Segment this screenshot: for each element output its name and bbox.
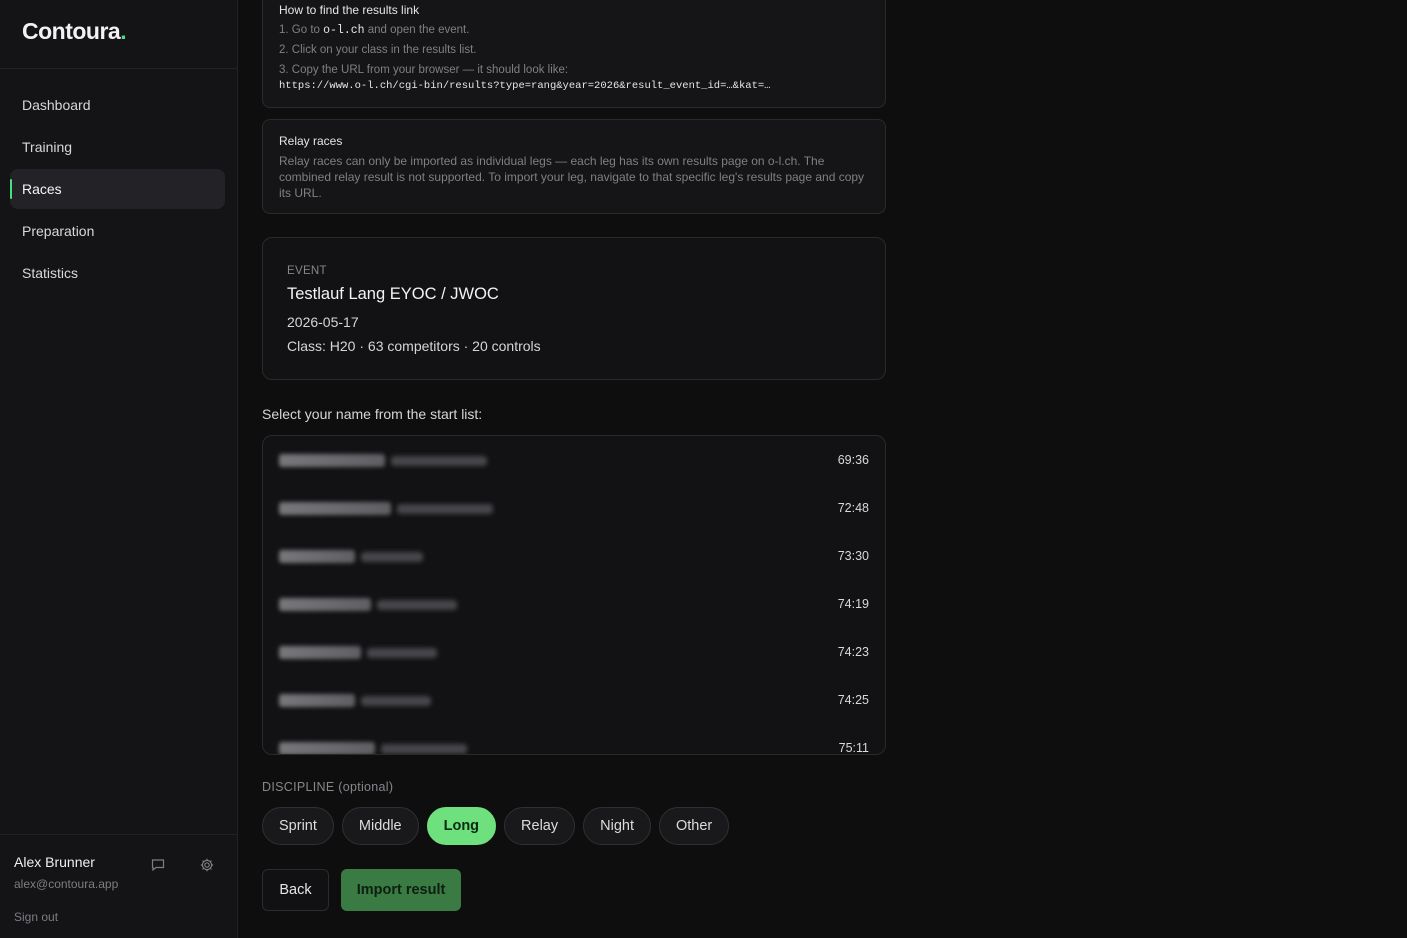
import-result-button[interactable]: Import result (341, 869, 461, 911)
user-name: Alex Brunner (14, 854, 95, 870)
start-list[interactable]: 69:36 72:48 73:30 74:19 74:23 74:25 75:1… (262, 435, 886, 755)
chip-long[interactable]: Long (426, 807, 497, 845)
result-time: 74:25 (837, 693, 869, 707)
event-name: Testlauf Lang EYOC / JWOC (287, 285, 499, 303)
blurred-name (279, 694, 355, 707)
start-list-label: Select your name from the start list: (262, 406, 483, 422)
blurred-name (279, 550, 355, 563)
list-item[interactable]: 74:23 (263, 628, 885, 676)
list-item[interactable]: 75:11 (263, 724, 885, 755)
sidebar-divider (0, 68, 237, 69)
sidebar-nav: Dashboard Training Races Preparation Sta… (10, 85, 225, 295)
result-time: 74:23 (837, 645, 869, 659)
discipline-chips: Sprint Middle Long Relay Night Other (262, 807, 730, 845)
sidebar-item-dashboard[interactable]: Dashboard (10, 85, 225, 125)
list-item[interactable]: 74:19 (263, 580, 885, 628)
event-meta: Class: H20 · 63 competitors · 20 control… (287, 338, 541, 354)
sidebar: Contoura. Dashboard Training Races Prepa… (0, 0, 238, 938)
howto-card: How to find the results link 1. Go to o-… (262, 0, 886, 108)
discipline-label: DISCIPLINE (optional) (262, 780, 394, 794)
chip-night[interactable]: Night (583, 807, 651, 845)
list-item[interactable]: 72:48 (263, 484, 885, 532)
howto-step-3: 3. Copy the URL from your browser — it s… (279, 64, 569, 76)
result-time: 72:48 (837, 501, 869, 515)
blurred-name (279, 742, 375, 754)
howto-step-2: 2. Click on your class in the results li… (279, 44, 477, 56)
result-time: 73:30 (837, 549, 869, 563)
blurred-club (381, 744, 467, 754)
back-button[interactable]: Back (262, 869, 329, 911)
result-time: 69:36 (837, 453, 869, 467)
relay-body: Relay races can only be imported as indi… (279, 154, 865, 200)
app-logo[interactable]: Contoura. (22, 18, 127, 45)
relay-info-card: Relay races Relay races can only be impo… (262, 119, 886, 214)
result-time: 75:11 (838, 741, 869, 755)
event-label: EVENT (287, 265, 327, 277)
domain-code: o-l.ch (323, 24, 365, 37)
gear-icon[interactable] (199, 857, 217, 875)
event-date: 2026-05-17 (287, 314, 359, 330)
result-time: 74:19 (837, 597, 869, 611)
chip-sprint[interactable]: Sprint (262, 807, 334, 845)
chip-relay[interactable]: Relay (504, 807, 576, 845)
blurred-name (279, 646, 361, 659)
blurred-club (367, 648, 437, 658)
blurred-name (279, 454, 385, 467)
list-item[interactable]: 74:25 (263, 676, 885, 724)
howto-step-1: 1. Go to o-l.ch and open the event. (279, 24, 470, 37)
blurred-club (361, 552, 423, 562)
user-email: alex@contoura.app (14, 877, 119, 891)
blurred-club (397, 504, 493, 514)
sidebar-item-statistics[interactable]: Statistics (10, 253, 225, 293)
blurred-club (377, 600, 457, 610)
blurred-club (391, 456, 487, 466)
blurred-name (279, 598, 371, 611)
sidebar-item-races[interactable]: Races (10, 169, 225, 209)
blurred-club (361, 696, 431, 706)
sidebar-footer-divider (0, 834, 237, 835)
chip-other[interactable]: Other (658, 807, 730, 845)
chat-icon[interactable] (150, 857, 168, 875)
list-item[interactable]: 73:30 (263, 532, 885, 580)
sign-out-link[interactable]: Sign out (14, 910, 58, 924)
list-item[interactable]: 69:36 (263, 436, 885, 484)
sidebar-item-training[interactable]: Training (10, 127, 225, 167)
howto-title: How to find the results link (279, 3, 420, 17)
chip-middle[interactable]: Middle (341, 807, 419, 845)
example-url: https://www.o-l.ch/cgi-bin/results?type=… (279, 80, 771, 92)
event-card: EVENT Testlauf Lang EYOC / JWOC 2026-05-… (262, 237, 886, 380)
sidebar-item-preparation[interactable]: Preparation (10, 211, 225, 251)
blurred-name (279, 502, 391, 515)
relay-title: Relay races (279, 134, 343, 148)
